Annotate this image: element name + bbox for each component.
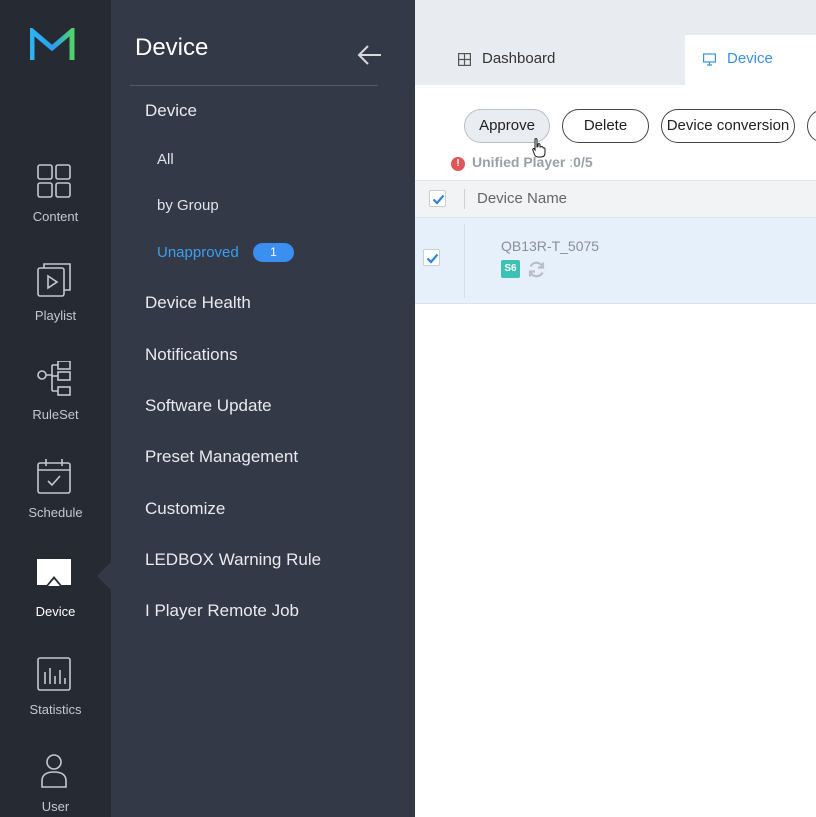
select-all-checkbox[interactable] [429,190,446,207]
unified-player-count: 0/5 [573,154,593,170]
ruleset-icon [37,361,71,396]
magicinfo-logo [30,28,75,60]
icon-rail: Content Playlist RuleSet Schedule Device [0,0,111,817]
rail-label-content: Content [32,209,79,224]
device-submenu: Device Device All by Group Unapproved 1 … [111,0,415,817]
rail-item-statistics[interactable]: Statistics [0,656,111,746]
rail-item-playlist[interactable]: Playlist [0,262,111,352]
alert-icon: ! [451,157,465,171]
rail-label-user: User [41,799,70,814]
grid-icon [37,164,71,198]
rail-label-schedule: Schedule [28,505,83,520]
collapse-arrow-icon[interactable] [357,44,383,66]
tab-device-label: Device [727,50,773,67]
submenu-item-customize[interactable]: Customize [145,499,225,519]
unified-player-label: Unified Player [472,154,566,170]
rail-item-device[interactable]: Device [0,558,111,648]
device-conversion-button[interactable]: Device conversion [661,109,795,143]
device-icon [37,559,71,587]
submenu-item-preset-management[interactable]: Preset Management [145,447,298,467]
tab-dashboard[interactable]: Dashboard [415,35,685,85]
table-header: Device Name [415,180,816,218]
rail-item-schedule[interactable]: Schedule [0,459,111,549]
active-rail-pointer [97,562,111,590]
user-icon [41,754,67,788]
playlist-icon [37,263,71,297]
rail-label-playlist: Playlist [34,308,77,323]
rail-item-user[interactable]: User [0,753,111,817]
s6-player-badge: S6 [501,260,520,278]
device-name[interactable]: QB13R-T_5075 [501,238,599,254]
calendar-icon [37,459,71,494]
submenu-item-notifications[interactable]: Notifications [145,345,238,365]
delete-button[interactable]: Delete [562,109,649,143]
submenu-item-all[interactable]: All [157,151,174,168]
submenu-title: Device [135,34,209,61]
submenu-item-software-update[interactable]: Software Update [145,396,272,416]
column-divider [464,224,465,298]
submenu-item-i-player-remote-job[interactable]: I Player Remote Job [145,601,299,621]
sync-icon [528,261,545,278]
table-row[interactable]: QB13R-T_5075 S6 [415,218,816,304]
submenu-divider [130,85,378,86]
submenu-item-by-group[interactable]: by Group [157,197,219,214]
unified-player-separator: : [565,154,574,170]
dashboard-icon [458,53,471,66]
check-icon [426,253,439,264]
submenu-item-unapproved[interactable]: Unapproved [157,244,239,261]
rail-label-statistics: Statistics [29,702,82,717]
row-checkbox[interactable] [423,249,440,266]
more-button[interactable] [807,109,816,143]
tab-dashboard-label: Dashboard [482,50,556,67]
rail-item-ruleset[interactable]: RuleSet [0,361,111,451]
bar-chart-icon [37,657,71,691]
column-divider [464,189,465,209]
column-header-device-name[interactable]: Device Name [477,190,567,207]
tab-device[interactable]: Device [685,35,816,85]
submenu-item-device[interactable]: Device [145,101,197,121]
rail-label-device: Device [35,604,76,619]
submenu-item-ledbox-warning-rule[interactable]: LEDBOX Warning Rule [145,550,321,570]
monitor-icon [703,53,716,66]
rail-item-content[interactable]: Content [0,163,111,253]
check-icon [432,194,445,205]
rail-label-ruleset: RuleSet [32,407,79,422]
submenu-item-device-health[interactable]: Device Health [145,293,251,313]
unapproved-count-badge: 1 [253,243,294,262]
